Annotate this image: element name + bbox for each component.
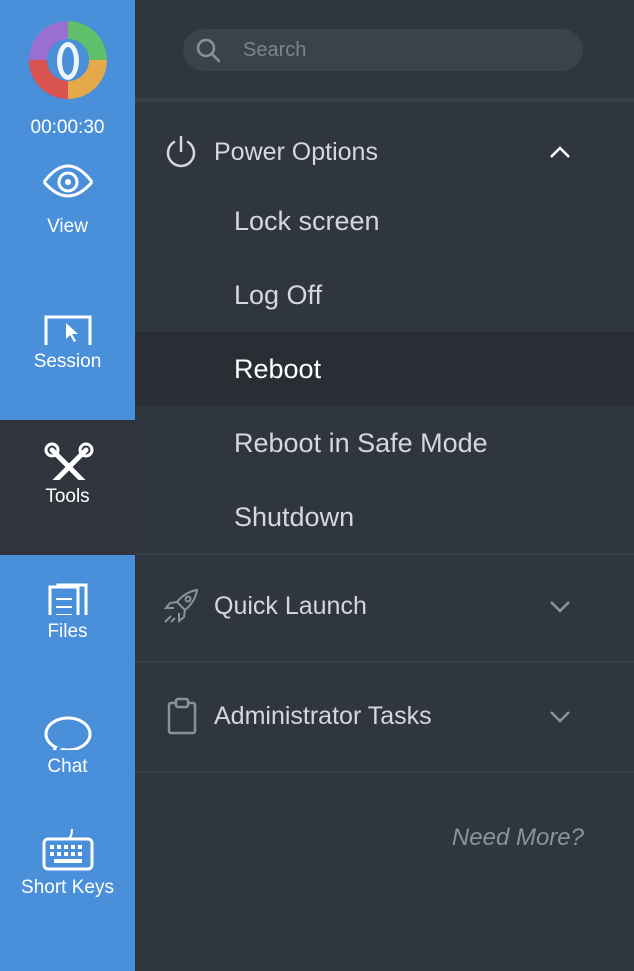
- section-quick-launch-title: Quick Launch: [214, 591, 367, 620]
- chat-bubble-icon: [44, 716, 91, 750]
- section-quick-launch[interactable]: Quick Launch: [135, 576, 634, 636]
- divider: [135, 98, 634, 102]
- search-box[interactable]: [183, 29, 583, 71]
- nav-view-label: View: [47, 216, 88, 237]
- keyboard-icon: [42, 828, 93, 871]
- menu-item-lock-screen[interactable]: Lock screen: [135, 184, 634, 258]
- nav-short-keys-label: Short Keys: [21, 877, 114, 898]
- divider: [135, 771, 634, 773]
- tools-icon: [44, 442, 93, 480]
- nav-view[interactable]: View: [0, 150, 135, 285]
- section-power-options-title: Power Options: [214, 137, 378, 166]
- rocket-icon: [163, 588, 199, 624]
- search-input[interactable]: [241, 37, 565, 63]
- chevron-up-icon[interactable]: [549, 145, 571, 159]
- nav-files-label: Files: [47, 621, 88, 642]
- nav-chat[interactable]: Chat: [0, 690, 135, 825]
- menu-item-label: Reboot: [234, 353, 322, 384]
- session-timer: 00:00:30: [30, 117, 105, 138]
- menu-item-label: Reboot in Safe Mode: [234, 427, 488, 458]
- nav-files[interactable]: Files: [0, 555, 135, 690]
- nav-tools-label: Tools: [45, 486, 90, 507]
- menu-item-shutdown[interactable]: Shutdown: [135, 480, 634, 554]
- menu-item-label: Lock screen: [234, 205, 380, 236]
- menu-item-reboot-safe-mode[interactable]: Reboot in Safe Mode: [135, 406, 634, 480]
- nav-session[interactable]: Session: [0, 285, 135, 420]
- power-icon: [166, 135, 196, 168]
- menu-item-log-off[interactable]: Log Off: [135, 258, 634, 332]
- tools-panel: Power Options Lock screen Log Off Reboot…: [135, 0, 634, 971]
- chevron-down-icon[interactable]: [549, 709, 571, 723]
- chevron-down-icon[interactable]: [549, 599, 571, 613]
- nav-session-label: Session: [33, 351, 102, 372]
- nav-chat-label: Chat: [47, 756, 88, 777]
- monitor-cursor-icon: [44, 315, 91, 345]
- clipboard-icon: [167, 697, 197, 735]
- divider: [135, 553, 634, 555]
- sidebar: 00:00:30 View Session Tools Files Chat S…: [0, 0, 135, 971]
- need-more-link[interactable]: Need More?: [452, 824, 584, 852]
- section-administrator-tasks-title: Administrator Tasks: [214, 701, 432, 730]
- app-logo-icon: [29, 21, 107, 99]
- eye-icon: [42, 164, 93, 198]
- section-power-options[interactable]: Power Options: [135, 122, 634, 182]
- nav-short-keys[interactable]: Short Keys: [0, 825, 135, 960]
- files-icon: [48, 583, 87, 615]
- menu-item-label: Shutdown: [234, 501, 355, 532]
- search-icon: [196, 38, 221, 63]
- section-administrator-tasks[interactable]: Administrator Tasks: [135, 686, 634, 746]
- nav-tools[interactable]: Tools: [0, 420, 135, 555]
- divider: [135, 661, 634, 663]
- menu-item-label: Log Off: [234, 279, 323, 310]
- menu-item-reboot[interactable]: Reboot: [135, 332, 634, 406]
